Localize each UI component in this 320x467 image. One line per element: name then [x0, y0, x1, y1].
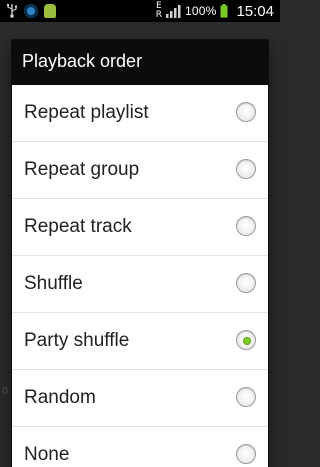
- signal-icon: [165, 5, 181, 18]
- option-label: Random: [24, 387, 96, 408]
- option-none[interactable]: None: [12, 427, 268, 467]
- usb-icon: [7, 4, 18, 18]
- app-icon: [24, 4, 38, 18]
- radio-dot-icon: [243, 337, 251, 345]
- option-party-shuffle[interactable]: Party shuffle: [12, 313, 268, 370]
- radio-button[interactable]: [236, 159, 256, 179]
- clock: 15:04: [236, 2, 274, 20]
- background-fragment: 0: [2, 386, 9, 397]
- android-icon: [44, 4, 56, 18]
- option-shuffle[interactable]: Shuffle: [12, 256, 268, 313]
- option-label: Repeat track: [24, 216, 132, 237]
- status-bar-notifications: [6, 3, 56, 19]
- battery-icon: [220, 4, 228, 18]
- radio-button[interactable]: [236, 330, 256, 350]
- radio-button[interactable]: [236, 102, 256, 122]
- battery-percent: 100%: [184, 4, 217, 18]
- option-repeat-playlist[interactable]: Repeat playlist: [12, 85, 268, 142]
- dialog-header: Playback order: [12, 40, 268, 85]
- option-random[interactable]: Random: [12, 370, 268, 427]
- status-bar-system: E R 100% 15:04: [156, 0, 274, 22]
- radio-button[interactable]: [236, 444, 256, 464]
- status-bar: E R 100% 15:04: [0, 0, 280, 22]
- playback-order-dialog: Playback order Repeat playlist Repeat gr…: [12, 40, 268, 467]
- option-label: Party shuffle: [24, 330, 130, 351]
- dialog-title: Playback order: [22, 51, 143, 71]
- option-label: Repeat group: [24, 159, 140, 180]
- radio-button[interactable]: [236, 216, 256, 236]
- options-list: Repeat playlist Repeat group Repeat trac…: [12, 85, 268, 467]
- radio-button[interactable]: [236, 387, 256, 407]
- network-type: E R: [156, 2, 162, 20]
- option-repeat-track[interactable]: Repeat track: [12, 199, 268, 256]
- radio-button[interactable]: [236, 273, 256, 293]
- option-label: Repeat playlist: [24, 102, 149, 123]
- option-label: Shuffle: [24, 273, 83, 294]
- option-label: None: [24, 444, 70, 465]
- network-sub-label: R: [155, 10, 162, 20]
- option-repeat-group[interactable]: Repeat group: [12, 142, 268, 199]
